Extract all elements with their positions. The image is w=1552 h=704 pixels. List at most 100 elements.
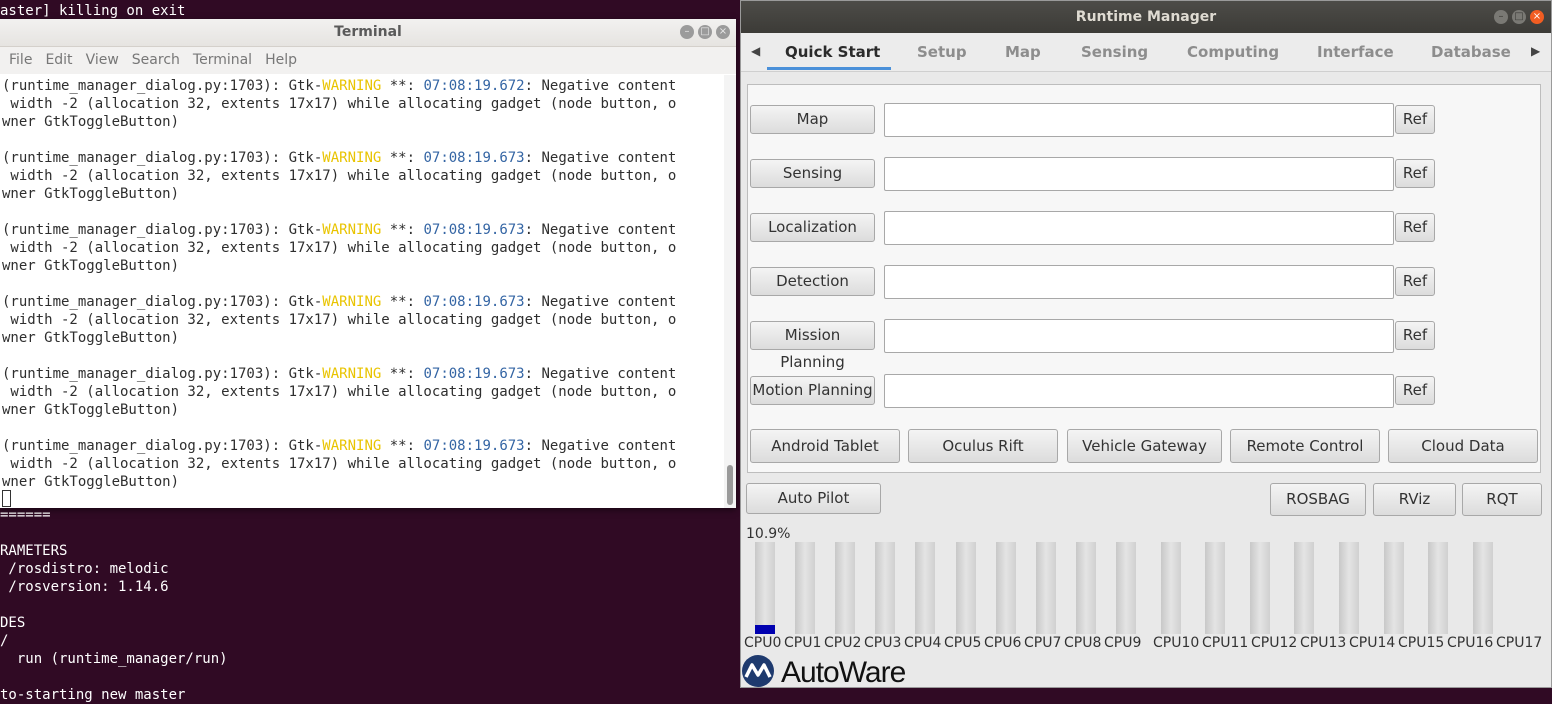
terminal-window[interactable]: Terminal – □ × File Edit View Search Ter… [0,19,736,508]
terminal-scrollbar[interactable] [724,75,736,508]
map-button[interactable]: Map [750,105,875,134]
runtime-manager-titlebar[interactable]: Runtime Manager – □ × [741,1,1551,33]
log-level: WARNING [322,222,382,238]
tab-computing[interactable]: Computing [1187,43,1279,61]
rqt-button[interactable]: RQT [1462,483,1542,516]
bg-terminal-line: to-starting new master [0,687,186,703]
cpu-label: CPU1 [784,635,822,651]
log-separator: **: [381,294,424,310]
cpu-label: CPU5 [944,635,982,651]
terminal-line: width -2 (allocation 32, extents 17x17) … [2,312,677,328]
rviz-button[interactable]: RViz [1373,483,1456,516]
cpu-bar [955,542,976,634]
rosbag-button[interactable]: ROSBAG [1270,483,1366,516]
tab-sensing[interactable]: Sensing [1081,43,1148,61]
map-path-input[interactable] [884,103,1394,137]
cpu-bar [1472,542,1493,634]
bg-terminal-line: aster] killing on exit [0,3,186,19]
maximize-icon[interactable]: □ [698,25,712,39]
localization-ref-button[interactable]: Ref [1395,213,1435,242]
terminal-titlebar[interactable]: Terminal – □ × [0,19,736,47]
oculus-rift-button[interactable]: Oculus Rift [908,429,1058,463]
localization-button[interactable]: Localization [750,213,875,242]
minimize-icon[interactable]: – [1494,10,1508,24]
log-timestamp: 07:08:19.672 [423,78,525,94]
terminal-line: wner GtkToggleButton) [2,330,180,346]
sensing-ref-button[interactable]: Ref [1395,159,1435,188]
auto-pilot-button[interactable]: Auto Pilot [746,483,881,514]
cpu-label: CPU3 [864,635,902,651]
log-separator: **: [381,150,424,166]
close-icon[interactable]: × [1530,10,1544,24]
scrollbar-thumb[interactable] [727,465,733,505]
tab-interface[interactable]: Interface [1317,43,1394,61]
log-prefix: (runtime_manager_dialog.py:1703): Gtk- [2,150,323,166]
terminal-line: width -2 (allocation 32, extents 17x17) … [2,240,677,256]
cloud-data-button[interactable]: Cloud Data [1388,429,1538,463]
active-tab-indicator [767,67,891,70]
log-prefix: (runtime_manager_dialog.py:1703): Gtk- [2,366,323,382]
terminal-line: (runtime_manager_dialog.py:1703): Gtk-WA… [2,149,676,167]
tab-scroll-right-icon[interactable]: ▶ [1531,44,1540,58]
bg-terminal-line: run (runtime_manager/run) [0,651,228,667]
bg-terminal-line: ====== [0,507,51,523]
motion-planning-ref-button[interactable]: Ref [1395,376,1435,405]
cpu-bar [835,542,856,634]
terminal-output[interactable]: (runtime_manager_dialog.py:1703): Gtk-WA… [0,75,724,508]
menu-view[interactable]: View [81,47,127,74]
log-prefix: (runtime_manager_dialog.py:1703): Gtk- [2,294,323,310]
mission-planning-button[interactable]: Mission Planning [750,321,875,371]
menu-edit[interactable]: Edit [40,47,80,74]
cpu-bar [1338,542,1359,634]
menu-terminal[interactable]: Terminal [188,47,260,74]
tab-setup[interactable]: Setup [917,43,967,61]
tab-quick-start[interactable]: Quick Start [785,43,880,61]
motion-planning-button[interactable]: Motion Planning [750,376,875,405]
mission-planning-path-input[interactable] [884,319,1394,353]
remote-control-button[interactable]: Remote Control [1230,429,1380,463]
runtime-manager-window[interactable]: Runtime Manager – □ × ◀ Quick Start Setu… [740,0,1552,689]
android-tablet-button[interactable]: Android Tablet [750,429,900,463]
cpu-bar [755,542,775,634]
sensing-path-input[interactable] [884,157,1394,191]
vehicle-gateway-button[interactable]: Vehicle Gateway [1067,429,1222,463]
log-level: WARNING [322,150,382,166]
cpu-bar [875,542,896,634]
localization-path-input[interactable] [884,211,1394,245]
map-ref-button[interactable]: Ref [1395,105,1435,134]
maximize-icon[interactable]: □ [1512,10,1526,24]
cpu-bar [795,542,816,634]
minimize-icon[interactable]: – [680,25,694,39]
menu-help[interactable]: Help [260,47,305,74]
menu-file[interactable]: File [4,47,40,74]
cpu-bar [1249,542,1270,634]
terminal-line: (runtime_manager_dialog.py:1703): Gtk-WA… [2,365,676,383]
tab-database[interactable]: Database [1431,43,1511,61]
cpu-label: CPU7 [1024,635,1062,651]
terminal-line: width -2 (allocation 32, extents 17x17) … [2,456,677,472]
cpu-bar [1205,542,1226,634]
mission-planning-ref-button[interactable]: Ref [1395,321,1435,350]
sensing-button[interactable]: Sensing [750,159,875,188]
bg-terminal-line: /rosversion: 1.14.6 [0,579,169,595]
terminal-line: wner GtkToggleButton) [2,186,180,202]
cpu-label: CPU4 [904,635,942,651]
tab-map[interactable]: Map [1005,43,1041,61]
motion-planning-path-input[interactable] [884,374,1394,408]
close-icon[interactable]: × [716,25,730,39]
log-prefix: (runtime_manager_dialog.py:1703): Gtk- [2,438,323,454]
cpu-label: CPU8 [1064,635,1102,651]
bg-terminal-line: /rosdistro: melodic [0,561,169,577]
terminal-line: width -2 (allocation 32, extents 17x17) … [2,96,677,112]
cpu-label: CPU17 [1496,635,1543,651]
terminal-line: wner GtkToggleButton) [2,114,180,130]
cpu-bar [1035,542,1056,634]
detection-ref-button[interactable]: Ref [1395,267,1435,296]
detection-button[interactable]: Detection [750,267,875,296]
tab-scroll-left-icon[interactable]: ◀ [751,44,760,58]
log-message: : Negative content [524,438,677,454]
menu-search[interactable]: Search [127,47,188,74]
cpu-label: CPU12 [1251,635,1298,651]
detection-path-input[interactable] [884,265,1394,299]
terminal-line: (runtime_manager_dialog.py:1703): Gtk-WA… [2,293,676,311]
